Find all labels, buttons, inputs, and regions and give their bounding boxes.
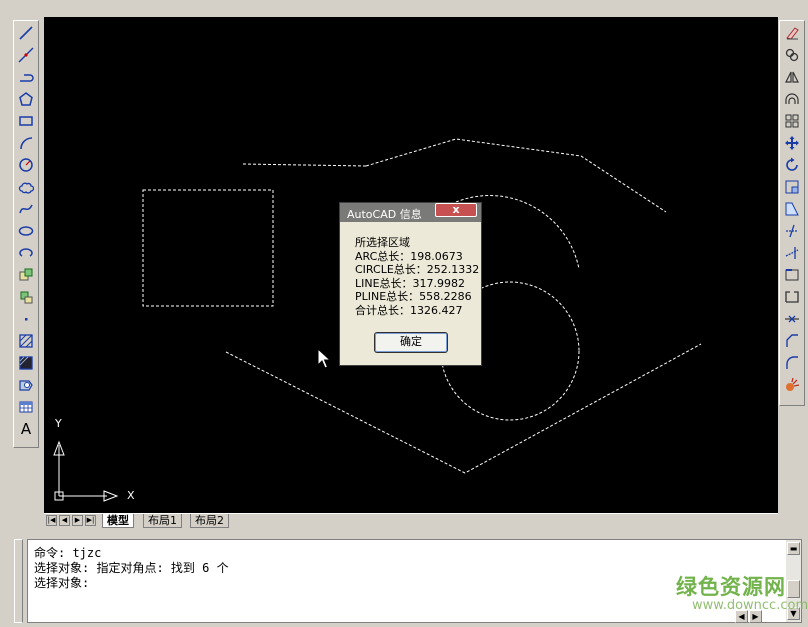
spline-icon[interactable]	[15, 198, 37, 219]
polyline-icon[interactable]	[15, 66, 37, 87]
tab-layout1[interactable]: 布局1	[143, 514, 182, 528]
join-icon[interactable]	[781, 308, 803, 329]
line-icon[interactable]	[15, 22, 37, 43]
command-window-grip[interactable]	[14, 539, 23, 623]
trim-icon[interactable]	[781, 220, 803, 241]
dialog-title: AutoCAD 信息	[347, 208, 422, 221]
break-at-point-icon[interactable]	[781, 264, 803, 285]
dialog-message-line: 所选择区域	[355, 236, 410, 249]
command-history-line: 选择对象: 指定对角点: 找到 6 个	[34, 561, 229, 575]
stretch-icon[interactable]	[781, 198, 803, 219]
watermark-logo: 绿色资源网 www.downcc.com	[676, 571, 808, 613]
dialog-message-line: CIRCLE总长：252.1332	[355, 263, 480, 276]
draw-toolbar: A	[13, 20, 39, 448]
next-tab-icon[interactable]: ▶	[72, 515, 83, 526]
ucs-x-label: X	[127, 489, 135, 502]
command-prompt-line[interactable]: 选择对象:	[34, 576, 89, 591]
point-icon[interactable]	[15, 308, 37, 329]
insert-block-icon[interactable]	[15, 264, 37, 285]
watermark-text: 绿色资源网	[676, 575, 786, 599]
dialog-message-line: ARC总长：198.0673	[355, 249, 463, 263]
rectangle-icon[interactable]	[15, 110, 37, 131]
ok-button[interactable]: 确定	[374, 332, 448, 353]
gradient-icon[interactable]	[15, 352, 37, 373]
explode-icon[interactable]	[781, 374, 803, 395]
construction-line-icon[interactable]	[15, 44, 37, 65]
scroll-up-icon[interactable]: ▬	[787, 542, 800, 555]
polygon-icon[interactable]	[15, 88, 37, 109]
multiline-text-icon[interactable]: A	[15, 418, 37, 439]
tab-model[interactable]: 模型	[102, 514, 134, 528]
modify-toolbar	[779, 20, 805, 406]
info-dialog: AutoCAD 信息 x 所选择区域 ARC总长：198.0673 CIRCLE…	[339, 202, 482, 366]
table-icon[interactable]	[15, 396, 37, 417]
watermark-url: www.downcc.com	[692, 598, 808, 613]
arc-icon[interactable]	[15, 132, 37, 153]
selected-rectangle	[142, 189, 274, 307]
tab-layout2[interactable]: 布局2	[190, 514, 229, 528]
prev-tab-icon[interactable]: ◀	[59, 515, 70, 526]
ucs-y-label: Y	[55, 417, 62, 430]
offset-icon[interactable]	[781, 88, 803, 109]
command-history-line: 命令: tjzc	[34, 546, 102, 560]
make-block-icon[interactable]	[15, 286, 37, 307]
ellipse-icon[interactable]	[15, 220, 37, 241]
ellipse-arc-icon[interactable]	[15, 242, 37, 263]
extend-icon[interactable]	[781, 242, 803, 263]
scale-icon[interactable]	[781, 176, 803, 197]
revision-cloud-icon[interactable]	[15, 176, 37, 197]
mirror-icon[interactable]	[781, 66, 803, 87]
first-tab-icon[interactable]: |◀	[46, 515, 57, 526]
layout-tab-bar: |◀ ◀ ▶ ▶| 模型 布局1 布局2	[44, 513, 778, 529]
dialog-message-line: LINE总长：317.9982	[355, 276, 466, 290]
move-icon[interactable]	[781, 132, 803, 153]
dialog-message-line: PLINE总长：558.2286	[355, 290, 472, 303]
circle-icon[interactable]	[15, 154, 37, 175]
rotate-icon[interactable]	[781, 154, 803, 175]
dialog-titlebar[interactable]: AutoCAD 信息 x	[340, 203, 481, 222]
last-tab-icon[interactable]: ▶|	[85, 515, 96, 526]
selected-line-top	[242, 163, 367, 167]
dialog-message-line: 合计总长：1326.427	[355, 303, 463, 317]
mouse-cursor-icon	[317, 348, 331, 369]
chamfer-icon[interactable]	[781, 330, 803, 351]
break-icon[interactable]	[781, 286, 803, 307]
region-icon[interactable]	[15, 374, 37, 395]
array-icon[interactable]	[781, 110, 803, 131]
close-icon[interactable]: x	[435, 203, 477, 217]
hatch-icon[interactable]	[15, 330, 37, 351]
fillet-icon[interactable]	[781, 352, 803, 373]
copy-icon[interactable]	[781, 44, 803, 65]
ucs-icon	[53, 440, 119, 502]
erase-icon[interactable]	[781, 22, 803, 43]
